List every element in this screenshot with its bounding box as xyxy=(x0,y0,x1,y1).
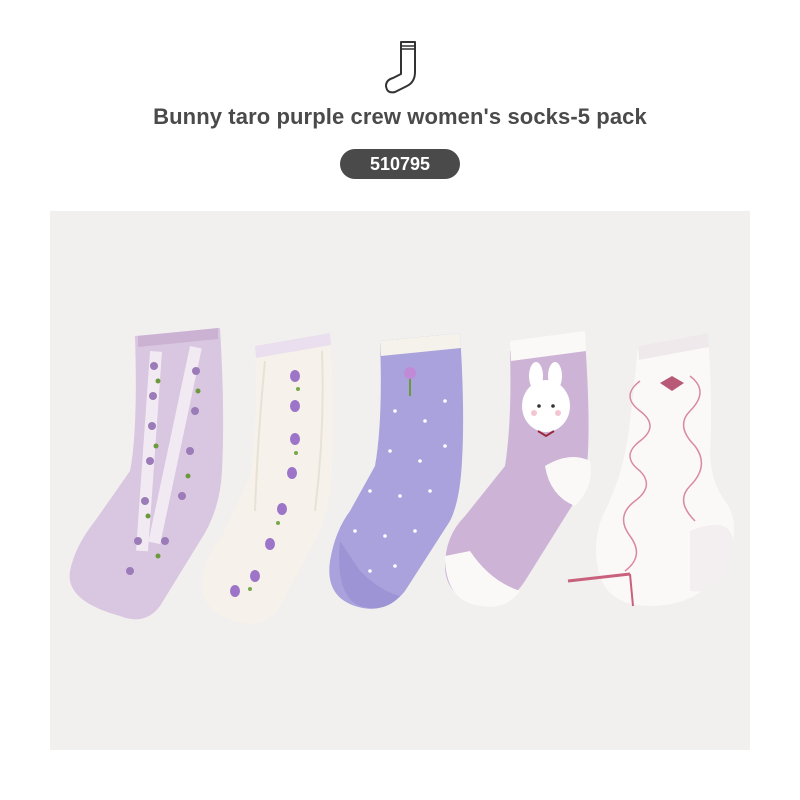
sock-lavender-dot xyxy=(329,333,464,609)
socks-illustration xyxy=(69,328,734,624)
product-photo xyxy=(50,211,750,750)
sku-badge: 510795 xyxy=(340,149,460,179)
sock-mauve-bunny xyxy=(445,331,591,607)
sock-lilac-floral xyxy=(69,328,224,620)
sock-outline-icon xyxy=(385,41,416,94)
product-title: Bunny taro purple crew women's socks-5 p… xyxy=(153,104,647,129)
sock-white-bow xyxy=(567,333,734,607)
